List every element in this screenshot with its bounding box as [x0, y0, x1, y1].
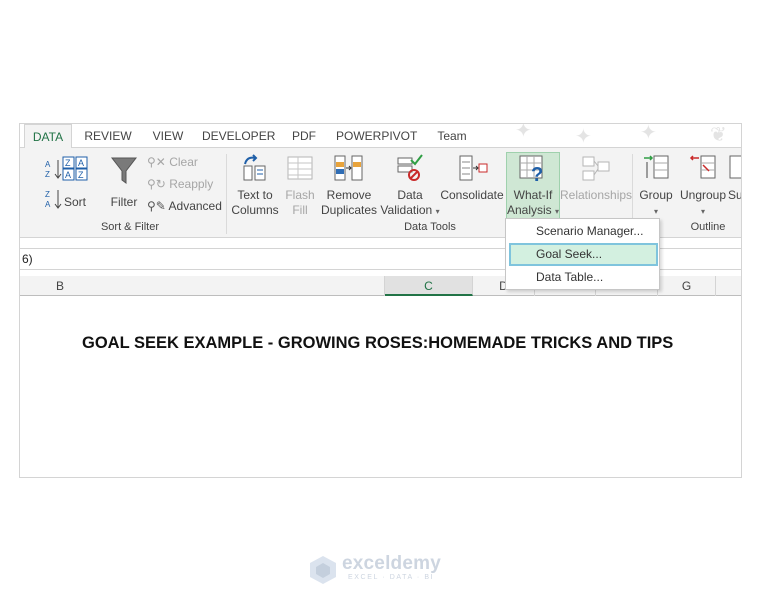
- sort-button[interactable]: Z A A Z Sort: [58, 156, 92, 214]
- subtotal-icon: [729, 155, 741, 179]
- advanced-filter-button[interactable]: ⚲✎ Advanced: [147, 199, 222, 213]
- clear-filter-icon: ⚲✕: [147, 155, 166, 169]
- consolidate-icon: [459, 155, 488, 181]
- decoration-bird-icon: ✦: [515, 123, 532, 142]
- reapply-label: Reapply: [169, 177, 214, 191]
- what-if-analysis-menu: Scenario Manager... Goal Seek... Data Ta…: [505, 218, 660, 290]
- tab-powerpivot[interactable]: POWERPIVOT: [336, 124, 417, 148]
- svg-text:Z: Z: [45, 190, 50, 199]
- tab-review[interactable]: REVIEW: [82, 124, 134, 148]
- advanced-label: Advanced: [168, 199, 222, 213]
- column-header-c[interactable]: C: [385, 276, 473, 296]
- what-if-analysis-label-1: What-If: [513, 188, 553, 202]
- filter-funnel-icon: [110, 157, 138, 184]
- data-validation-label-2: Validation ▾: [380, 203, 440, 217]
- data-validation-icon: [397, 154, 423, 181]
- remove-duplicates-button[interactable]: Remove Duplicates: [320, 154, 378, 217]
- decoration-bird-icon: ✦: [575, 126, 592, 148]
- menu-item-data-table[interactable]: Data Table...: [506, 266, 659, 289]
- subtotal-button[interactable]: Su: [728, 154, 742, 216]
- group-dropdown-caret-icon: ▾: [653, 207, 658, 216]
- consolidate-label: Consolidate: [440, 188, 504, 202]
- column-header-h[interactable]: [716, 276, 741, 296]
- group-label-sort-filter: Sort & Filter: [100, 221, 160, 233]
- svg-text:Z: Z: [78, 170, 84, 180]
- dropdown-caret-icon: ▾: [435, 207, 440, 216]
- svg-text:Z: Z: [45, 170, 50, 179]
- group-separator: [226, 154, 227, 234]
- group-label: Group: [639, 188, 673, 202]
- sort-ascending-button[interactable]: A Z: [36, 158, 62, 180]
- reapply-button[interactable]: ⚲↻ Reapply: [147, 177, 213, 191]
- relationships-icon: [582, 156, 610, 181]
- svg-text:Z: Z: [65, 158, 71, 168]
- text-to-columns-button[interactable]: Text to Columns: [230, 154, 280, 217]
- remove-duplicates-label-2: Duplicates: [320, 203, 378, 217]
- relationships-button[interactable]: Relationships: [560, 154, 633, 216]
- svg-text:A: A: [45, 160, 51, 169]
- ungroup-rows-icon: [689, 155, 716, 179]
- flash-fill-button[interactable]: Flash Fill: [282, 154, 318, 217]
- ungroup-button[interactable]: Ungroup ▾: [678, 154, 728, 216]
- reapply-icon: ⚲↻: [147, 177, 166, 191]
- filter-button[interactable]: Filter: [108, 156, 140, 214]
- decoration-leaf-icon: ❦: [710, 124, 727, 146]
- svg-text:A: A: [45, 200, 51, 209]
- group-rows-icon: [644, 155, 669, 179]
- sheet-title-cell[interactable]: GOAL SEEK EXAMPLE - GROWING ROSES:HOMEMA…: [82, 334, 673, 353]
- ungroup-dropdown-caret-icon: ▾: [700, 207, 705, 216]
- clear-label: Clear: [169, 155, 198, 169]
- text-to-columns-label-2: Columns: [231, 203, 279, 217]
- flash-fill-label-1: Flash: [285, 188, 315, 202]
- what-if-analysis-button[interactable]: ? What-If Analysis ▾: [506, 154, 560, 217]
- exceldemy-watermark: exceldemy EXCEL · DATA · BI: [308, 553, 458, 585]
- tab-developer[interactable]: DEVELOPER: [202, 124, 275, 148]
- excel-window: DATA REVIEW VIEW DEVELOPER PDF POWERPIVO…: [19, 123, 742, 478]
- subtotal-label: Su: [728, 188, 742, 202]
- decoration-bird-icon: ✦: [640, 123, 657, 144]
- group-label-outline: Outline: [690, 221, 726, 233]
- filter-label: Filter: [110, 195, 138, 209]
- group-label-data-tools: Data Tools: [404, 221, 456, 233]
- watermark-tagline: EXCEL · DATA · BI: [348, 574, 435, 581]
- svg-text:?: ?: [531, 164, 543, 182]
- svg-text:A: A: [65, 170, 71, 180]
- column-header-b[interactable]: B: [20, 276, 385, 296]
- menu-item-goal-seek[interactable]: Goal Seek...: [509, 243, 658, 266]
- svg-text:A: A: [78, 158, 84, 168]
- group-button[interactable]: Group ▾: [636, 154, 676, 216]
- formula-text: 6): [22, 252, 33, 266]
- watermark-name: exceldemy: [342, 553, 441, 574]
- column-header-g[interactable]: G: [658, 276, 716, 296]
- text-to-columns-icon: [243, 154, 266, 181]
- relationships-label: Relationships: [560, 188, 633, 202]
- flash-fill-label-2: Fill: [292, 203, 308, 217]
- what-if-analysis-icon: ?: [519, 155, 543, 182]
- consolidate-button[interactable]: Consolidate: [440, 154, 504, 216]
- exceldemy-logo-icon: [310, 556, 336, 584]
- text-to-columns-label-1: Text to: [237, 188, 273, 202]
- tab-view[interactable]: VIEW: [146, 124, 190, 148]
- data-validation-label-1: Data: [397, 188, 423, 202]
- sort-descending-button[interactable]: Z A: [36, 188, 62, 210]
- tab-data[interactable]: DATA: [24, 124, 72, 149]
- tab-team[interactable]: Team: [430, 124, 474, 148]
- tab-pdf[interactable]: PDF: [286, 124, 322, 148]
- remove-duplicates-label-1: Remove: [326, 188, 372, 202]
- dropdown-caret-icon: ▾: [555, 207, 560, 216]
- remove-duplicates-icon: [334, 155, 363, 181]
- advanced-filter-icon: ⚲✎: [147, 199, 166, 213]
- ribbon-tabs: DATA REVIEW VIEW DEVELOPER PDF POWERPIVO…: [20, 123, 741, 149]
- menu-item-scenario-manager[interactable]: Scenario Manager...: [506, 220, 659, 243]
- what-if-analysis-label-2: Analysis ▾: [506, 203, 560, 217]
- flash-fill-icon: [287, 156, 313, 180]
- data-validation-button[interactable]: Data Validation ▾: [378, 154, 442, 217]
- clear-filter-button[interactable]: ⚲✕ Clear: [147, 155, 198, 169]
- sort-label: Sort: [63, 195, 86, 209]
- ungroup-label: Ungroup: [679, 188, 727, 202]
- sort-icon: Z A A Z: [62, 156, 88, 181]
